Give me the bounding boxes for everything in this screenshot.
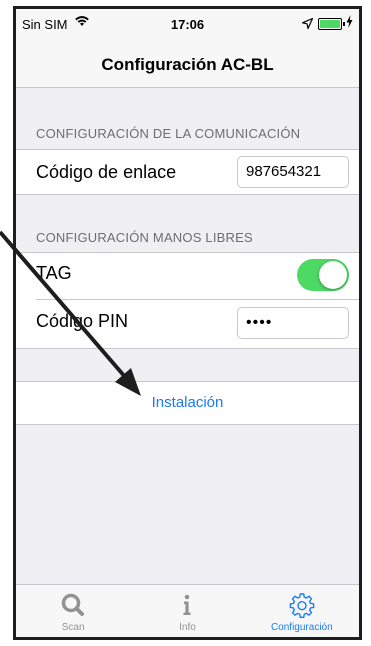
status-bar: Sin SIM 17:06 <box>16 9 359 37</box>
installation-row[interactable]: Instalación <box>16 381 359 425</box>
tab-info-label: Info <box>179 622 196 633</box>
tab-scan[interactable]: Scan <box>16 585 130 637</box>
section-header-handsfree: CONFIGURACIÓN MANOS LIBRES <box>36 230 253 245</box>
toggle-knob <box>319 261 347 289</box>
link-code-label: Código de enlace <box>36 162 177 182</box>
tag-toggle[interactable] <box>297 259 349 291</box>
section-header-communication: CONFIGURACIÓN DE LA COMUNICACIÓN <box>36 126 301 141</box>
tab-configuracion[interactable]: Configuración <box>245 585 359 637</box>
link-code-row: Código de enlace 987654321 <box>16 149 359 195</box>
tab-bar: Scan Info Configuración <box>16 584 359 637</box>
installation-button[interactable]: Instalación <box>16 394 359 411</box>
tag-label: TAG <box>36 263 72 283</box>
handsfree-group: TAG Código PIN •••• <box>16 252 359 349</box>
row-divider <box>36 299 359 300</box>
charging-bolt-icon <box>346 15 353 31</box>
pin-field[interactable]: •••• <box>237 307 349 339</box>
tab-info[interactable]: Info <box>130 585 244 637</box>
phone-screen: Sin SIM 17:06 Configuración AC-BL CONFIG… <box>13 6 362 640</box>
tab-configuracion-label: Configuración <box>270 622 333 633</box>
battery-icon <box>318 18 345 30</box>
page-title: Configuración AC-BL <box>101 55 274 74</box>
navigation-bar: Configuración AC-BL <box>16 37 359 88</box>
tab-scan-label: Scan <box>61 622 85 633</box>
pin-label: Código PIN <box>36 311 129 331</box>
link-code-field[interactable]: 987654321 <box>237 156 349 188</box>
location-arrow-icon <box>301 17 314 32</box>
